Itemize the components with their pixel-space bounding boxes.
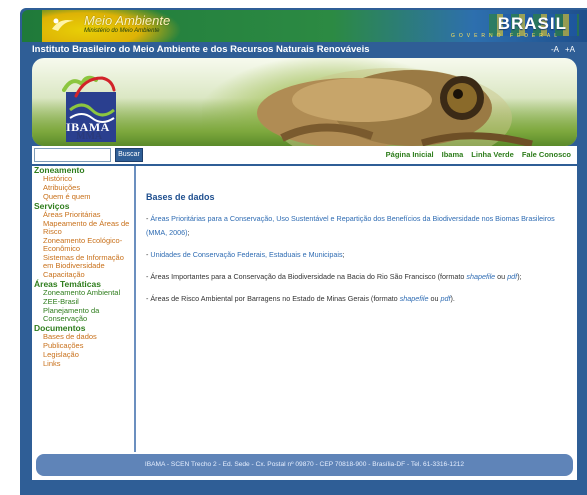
item-text: - Áreas de Risco Ambiental por Barragens… (146, 294, 400, 303)
nav-linha-verde-link[interactable]: Linha Verde (471, 150, 514, 159)
item-suffix: ; (342, 250, 345, 259)
brasil-logo-subtitle: GOVERNO FEDERAL (450, 33, 561, 39)
sidebar-item-capacitacao[interactable]: Capacitação (34, 271, 134, 279)
content-area: Zoneamento Histórico Atribuições Quem é … (32, 166, 577, 452)
sidebar-item-historico[interactable]: Histórico (34, 175, 134, 183)
institute-title: Instituto Brasileiro do Meio Ambiente e … (32, 44, 370, 55)
shapefile-link[interactable]: shapefile (400, 294, 429, 303)
search-and-nav-row: Buscar Página Inicial Ibama Linha Verde Fal… (32, 146, 577, 164)
sidebar-item-zee-brasil[interactable]: ZEE-Brasil (34, 298, 134, 306)
item-suffix: ). (450, 294, 455, 303)
government-bar: Meio Ambiente Ministério do Meio Ambient… (22, 10, 587, 42)
pdf-link[interactable]: pdf (507, 272, 517, 281)
item-suffix: ; (187, 228, 190, 237)
font-increase-button[interactable]: +A (565, 45, 575, 54)
top-navigation: Página Inicial Ibama Linha Verde Fale Conos… (378, 150, 571, 160)
font-size-controls: -A +A (545, 44, 575, 56)
sidebar-item-quem-e-quem[interactable]: Quem é quem (34, 193, 134, 201)
search-button[interactable]: Buscar (115, 148, 143, 162)
menu-group-servicos: Serviços Áreas Prioritárias Mapeamento d… (34, 202, 134, 279)
frog-photo-icon (257, 68, 533, 146)
item-text: - Áreas Importantes para a Conservação d… (146, 272, 467, 281)
footer-wrap: IBAMA - SCEN Trecho 2 - Ed. Sede - Cx. P… (32, 452, 577, 480)
menu-group-areas-tematicas: Áreas Temáticas Zoneamento Ambiental ZEE… (34, 280, 134, 323)
item-mid: ou (495, 272, 508, 281)
sidebar-item-legislacao[interactable]: Legislação (34, 351, 134, 359)
ministry-subtitle: Ministério do Meio Ambiente (84, 28, 160, 34)
sidebar-item-planejamento[interactable]: Planejamento da Conservação (34, 307, 134, 323)
search-input[interactable] (34, 148, 111, 162)
footer-address: IBAMA - SCEN Trecho 2 - Ed. Sede - Cx. P… (36, 454, 573, 476)
sidebar-menu: Zoneamento Histórico Atribuições Quem é … (32, 166, 136, 452)
sidebar-item-areas-prioritarias[interactable]: Áreas Prioritárias (34, 211, 134, 219)
menu-group-zoneamento: Zoneamento Histórico Atribuições Quem é … (34, 166, 134, 201)
database-item: - Áreas de Risco Ambiental por Barragens… (146, 292, 570, 306)
ministry-logo-icon[interactable] (50, 15, 76, 35)
nav-home-link[interactable]: Página Inicial (386, 150, 434, 159)
nav-contact-link[interactable]: Fale Conosco (522, 150, 571, 159)
sidebar-item-bases-de-dados[interactable]: Bases de dados (34, 333, 134, 341)
main-content: Bases de dados - Áreas Prioritárias para… (146, 192, 570, 314)
item-suffix: ); (517, 272, 522, 281)
page-title: Bases de dados (146, 192, 215, 202)
sidebar-item-zoneamento-ambiental[interactable]: Zoneamento Ambiental (34, 289, 134, 297)
sidebar-item-publicacoes[interactable]: Publicações (34, 342, 134, 350)
database-item: - Áreas Importantes para a Conservação d… (146, 270, 570, 284)
sidebar-item-sistemas[interactable]: Sistemas de Informação em Biodiversidade (34, 254, 134, 270)
sidebar-item-links[interactable]: Links (34, 360, 134, 368)
shapefile-link[interactable]: shapefile (466, 272, 495, 281)
institute-bar: Instituto Brasileiro do Meio Ambiente e … (32, 44, 577, 58)
mma-logo-text: MMA (76, 131, 103, 142)
sidebar-item-atribuicoes[interactable]: Atribuições (34, 184, 134, 192)
nav-ibama-link[interactable]: Ibama (442, 150, 464, 159)
font-decrease-button[interactable]: -A (551, 45, 559, 54)
sidebar-item-mapeamento[interactable]: Mapeamento de Áreas de Risco (34, 220, 134, 236)
areas-prioritarias-link[interactable]: Áreas Prioritárias para a Conservação, U… (146, 214, 555, 237)
menu-group-documentos: Documentos Bases de dados Publicações Le… (34, 324, 134, 368)
unidades-conservacao-link[interactable]: Unidades de Conservação Federais, Estadu… (150, 250, 342, 259)
brasil-logo[interactable]: BRASIL (498, 14, 567, 34)
database-item: - Unidades de Conservação Federais, Esta… (146, 248, 570, 262)
database-item: - Áreas Prioritárias para a Conservação,… (146, 212, 570, 240)
sidebar-item-zee[interactable]: Zoneamento Ecológico-Econômico (34, 237, 134, 253)
item-mid: ou (428, 294, 441, 303)
header-banner: IBAMA MMA (32, 58, 577, 146)
pdf-link[interactable]: pdf (440, 294, 450, 303)
ministry-title[interactable]: Meio Ambiente (84, 14, 170, 27)
